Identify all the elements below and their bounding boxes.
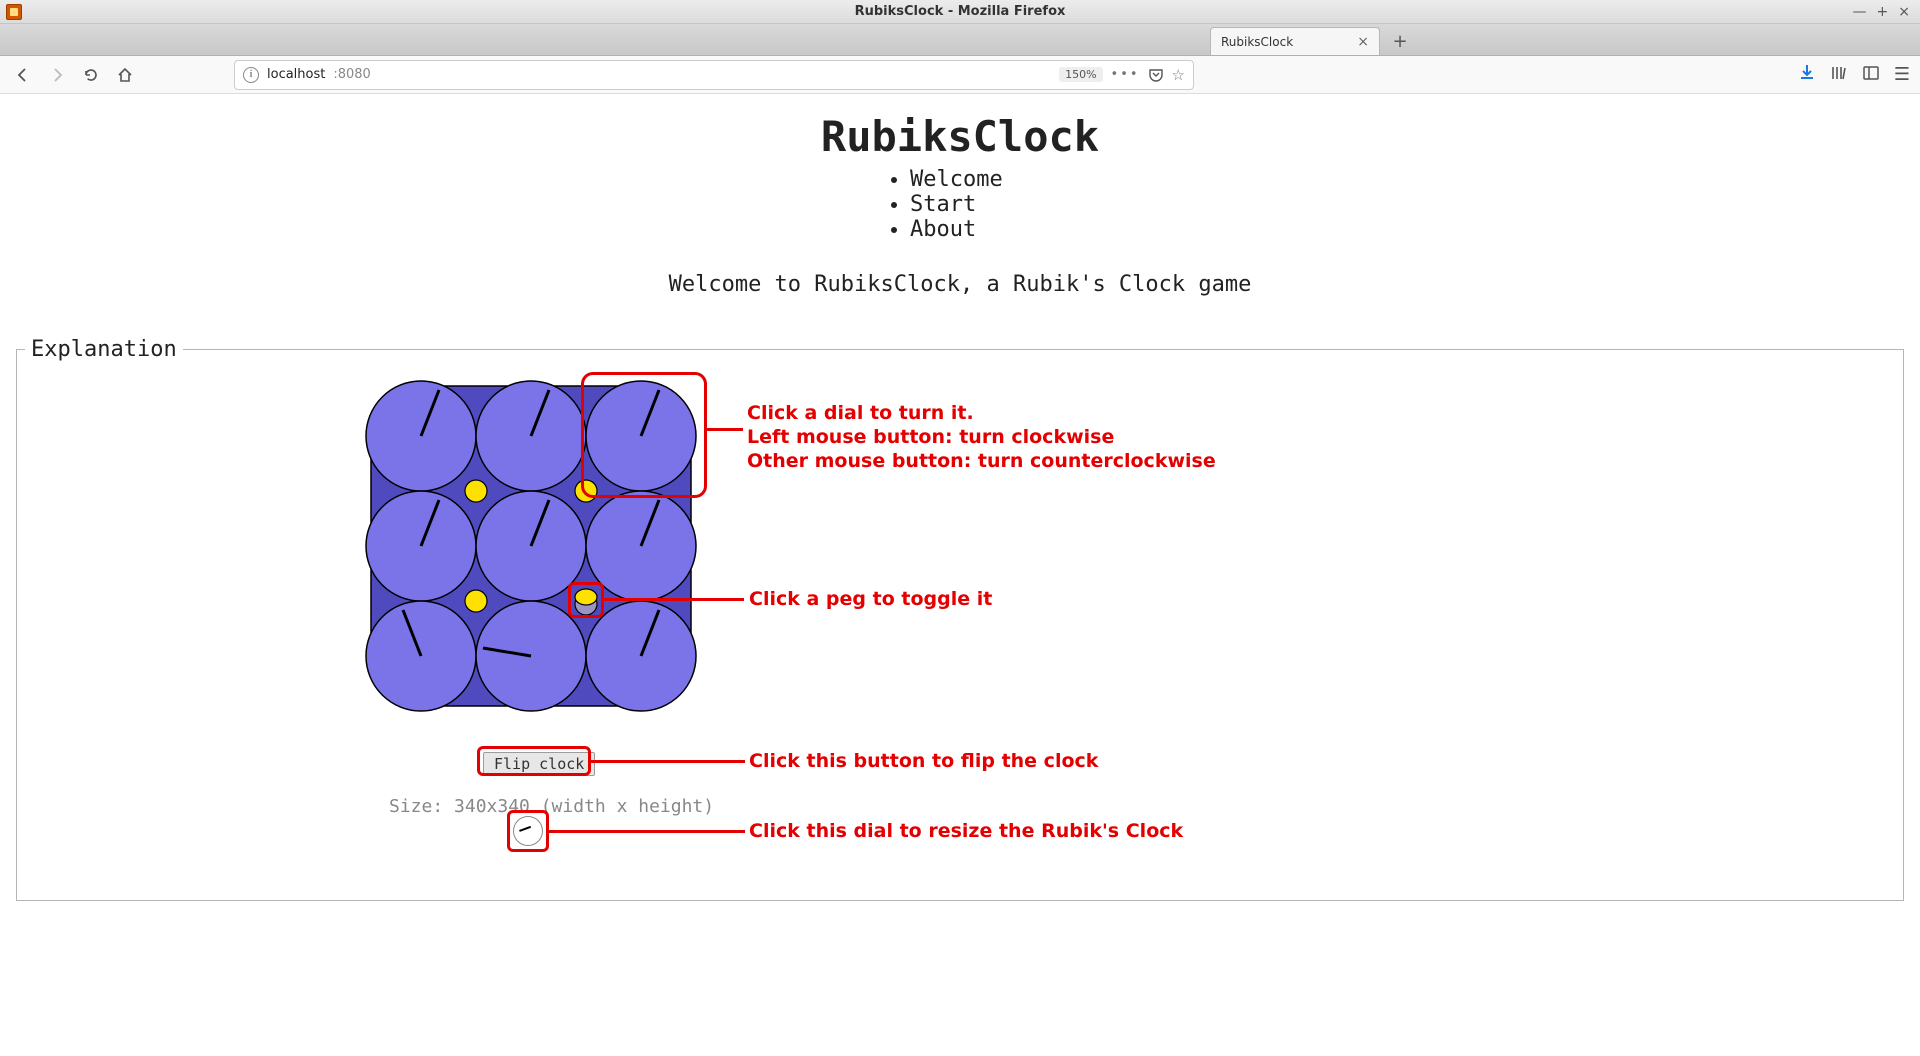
callout-text-resize: Click this dial to resize the Rubik's Cl… [749, 820, 1183, 844]
site-nav: Welcome Start About [890, 167, 1030, 242]
explanation-legend: Explanation [25, 337, 183, 362]
window-close-button[interactable]: × [1898, 4, 1910, 20]
back-button[interactable] [10, 62, 36, 88]
window-titlebar: RubiksClock - Mozilla Firefox — + × [0, 0, 1920, 24]
browser-toolbar: i localhost :8080 150% ••• ☆ ☰ [0, 56, 1920, 94]
sidebar-icon[interactable] [1862, 64, 1880, 86]
firefox-icon [6, 4, 22, 20]
downloads-icon[interactable] [1798, 63, 1816, 86]
callout-line-flip [591, 760, 745, 763]
welcome-text: Welcome to RubiksClock, a Rubik's Clock … [0, 272, 1920, 297]
window-title: RubiksClock - Mozilla Firefox [0, 4, 1920, 19]
callout-line-resize [549, 830, 745, 833]
callout-line-dial [707, 428, 743, 431]
window-minimize-button[interactable]: — [1853, 4, 1867, 20]
browser-tabstrip: RubiksClock × + [0, 24, 1920, 56]
size-label: Size: 340x340 (width x height) [389, 796, 714, 817]
zoom-indicator[interactable]: 150% [1059, 67, 1102, 82]
library-icon[interactable] [1830, 64, 1848, 86]
callout-box-dial [581, 372, 707, 498]
forward-button[interactable] [44, 62, 70, 88]
reload-button[interactable] [78, 62, 104, 88]
page-title: RubiksClock [0, 112, 1920, 161]
url-port: :8080 [333, 67, 370, 82]
bookmark-star-icon[interactable]: ☆ [1172, 66, 1185, 84]
callout-text-flip: Click this button to flip the clock [749, 750, 1098, 774]
page-viewport: RubiksClock Welcome Start About Welcome … [0, 94, 1920, 1056]
nav-welcome[interactable]: Welcome [910, 167, 1030, 192]
explanation-fieldset: Explanation [16, 337, 1904, 901]
url-host: localhost [267, 67, 325, 82]
pocket-icon[interactable] [1148, 67, 1164, 83]
callout-box-flip [477, 746, 591, 776]
browser-tab-active[interactable]: RubiksClock × [1210, 27, 1380, 55]
url-bar[interactable]: i localhost :8080 150% ••• ☆ [234, 60, 1194, 90]
callout-text-peg: Click a peg to toggle it [749, 588, 992, 612]
site-info-icon[interactable]: i [243, 67, 259, 83]
callout-box-peg [568, 582, 604, 618]
callout-text-dial: Click a dial to turn it. Left mouse butt… [747, 402, 1216, 473]
page-actions-icon[interactable]: ••• [1111, 67, 1140, 82]
callout-box-resize [507, 810, 549, 852]
nav-start[interactable]: Start [910, 192, 1030, 217]
nav-about[interactable]: About [910, 217, 1030, 242]
tab-label: RubiksClock [1221, 35, 1293, 49]
new-tab-button[interactable]: + [1386, 29, 1414, 53]
window-maximize-button[interactable]: + [1877, 4, 1889, 20]
hamburger-menu-icon[interactable]: ☰ [1894, 64, 1910, 85]
tab-close-icon[interactable]: × [1357, 34, 1369, 50]
home-button[interactable] [112, 62, 138, 88]
callout-line-peg [604, 598, 744, 601]
